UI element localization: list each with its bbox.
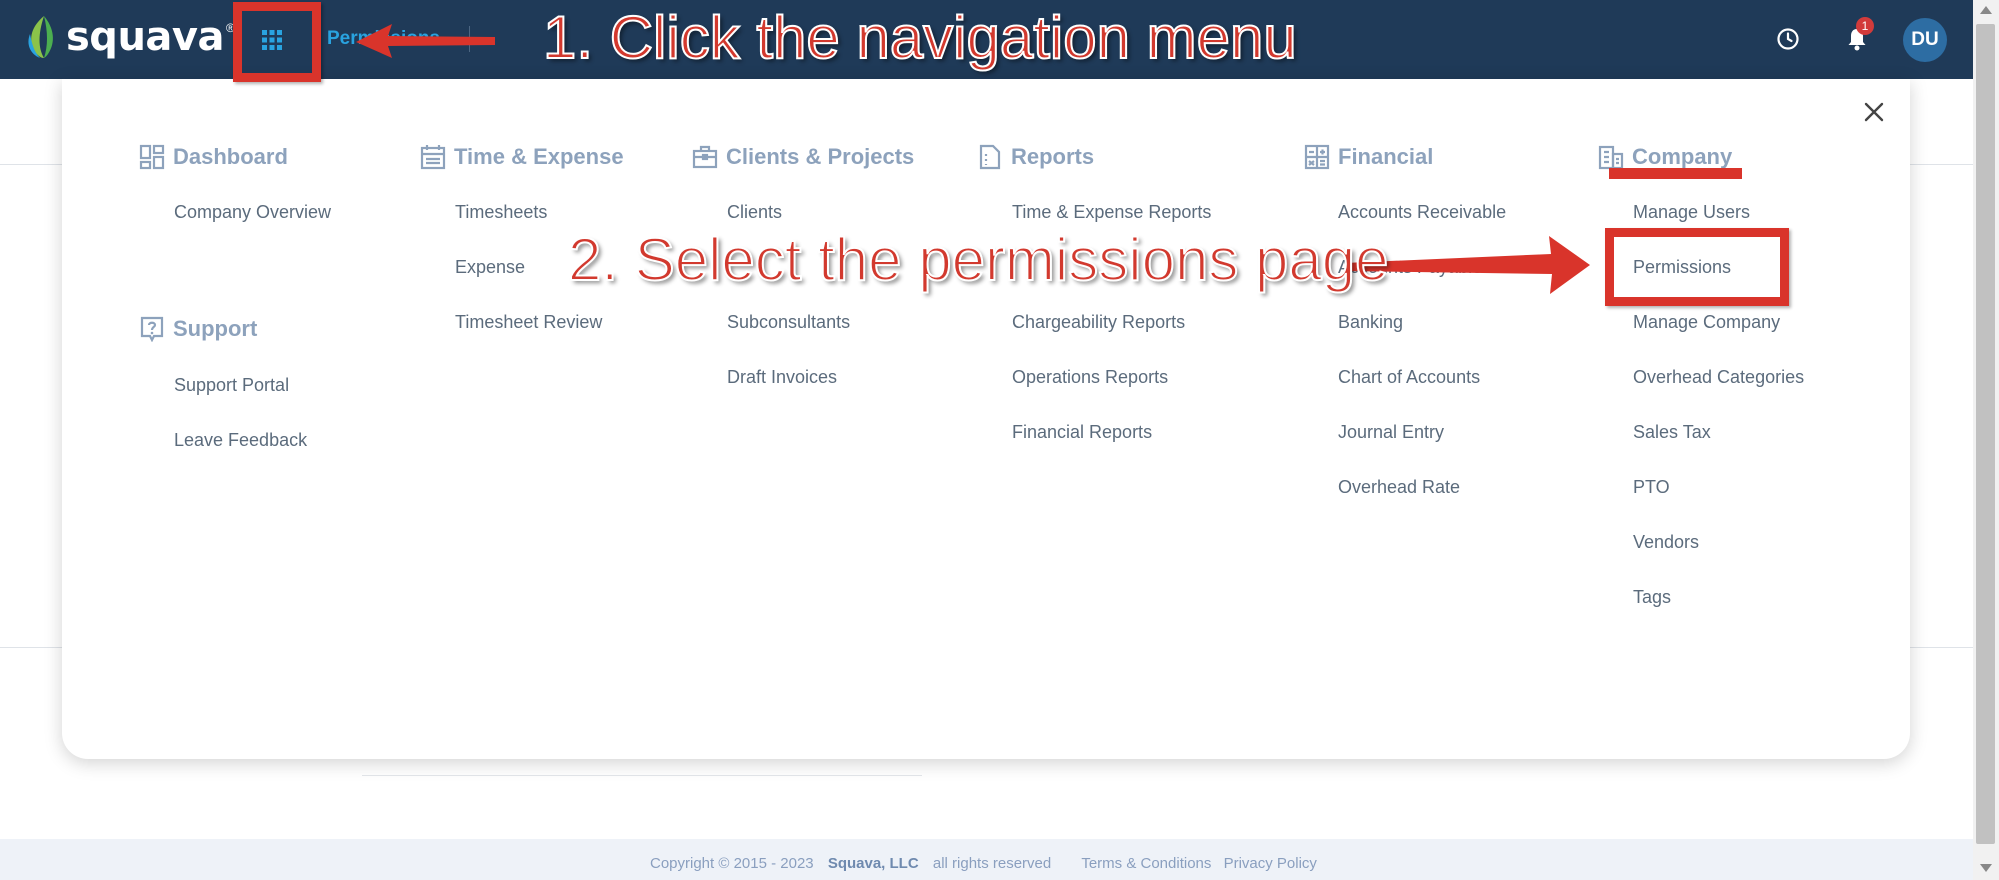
menu-heading-support[interactable]: Support [139,316,257,342]
menu-link-expense[interactable]: Expense [455,257,525,278]
menu-heading-company[interactable]: Company [1598,144,1732,170]
scrollbar-thumb[interactable] [1976,24,1995,844]
menu-link-chargeability-reports[interactable]: Chargeability Reports [1012,312,1185,333]
annotation-box-permissions [1605,228,1789,306]
annotation-step-2: 2. Select the permissions page [567,225,1389,294]
building-icon [1598,145,1624,170]
menu-link-company-overview[interactable]: Company Overview [174,202,331,223]
brand-name: squava [66,14,224,60]
menu-link-time-expense-reports[interactable]: Time & Expense Reports [1012,202,1211,223]
menu-heading-label: Reports [1011,144,1095,169]
calculator-icon [1304,144,1330,170]
navigation-menu-panel [62,79,1910,759]
menu-heading-dashboard[interactable]: Dashboard [139,144,288,170]
footer-company-link[interactable]: Squava, LLC [828,855,919,872]
menu-link-support-portal[interactable]: Support Portal [174,375,289,396]
menu-link-timesheet-review[interactable]: Timesheet Review [455,312,602,333]
menu-heading-label: Clients & Projects [726,144,915,169]
form-underline [362,775,922,776]
header-divider [469,26,470,52]
footer-rights: all rights reserved [932,855,1052,872]
annotation-underline-company [1609,168,1742,179]
annotation-box-menu [233,2,321,82]
report-icon [979,144,1001,170]
menu-link-pto[interactable]: PTO [1633,477,1670,498]
menu-link-overhead-rate[interactable]: Overhead Rate [1338,477,1460,498]
menu-link-financial-reports[interactable]: Financial Reports [1012,422,1152,443]
footer-terms-link[interactable]: Terms & Conditions [1081,855,1211,872]
menu-heading-label: Support [173,316,258,341]
menu-link-timesheets[interactable]: Timesheets [455,202,547,223]
footer-text: Copyright © 2015 - 2023 Squava, LLC all … [650,855,1317,872]
menu-heading-label: Time & Expense [454,144,624,169]
page-title[interactable]: Permissions [327,28,440,50]
user-avatar[interactable]: DU [1903,18,1947,62]
menu-link-clients[interactable]: Clients [727,202,782,223]
close-icon[interactable] [1862,100,1886,124]
annotation-step-1: 1. Click the navigation menu [542,3,1298,72]
menu-link-tags[interactable]: Tags [1633,587,1671,608]
menu-link-overhead-categories[interactable]: Overhead Categories [1633,367,1804,388]
footer-copyright: Copyright © 2015 - 2023 [650,855,814,872]
menu-link-operations-reports[interactable]: Operations Reports [1012,367,1168,388]
menu-link-accounts-receivable[interactable]: Accounts Receivable [1338,202,1506,223]
footer-privacy-link[interactable]: Privacy Policy [1224,855,1317,872]
menu-link-journal-entry[interactable]: Journal Entry [1338,422,1444,443]
menu-link-leave-feedback[interactable]: Leave Feedback [174,430,307,451]
menu-link-manage-users[interactable]: Manage Users [1633,202,1750,223]
menu-link-manage-company[interactable]: Manage Company [1633,312,1780,333]
menu-link-sales-tax[interactable]: Sales Tax [1633,422,1711,443]
squava-logo-icon [28,16,53,58]
menu-link-draft-invoices[interactable]: Draft Invoices [727,367,837,388]
menu-heading-time-expense[interactable]: Time & Expense [420,144,624,170]
menu-heading-label: Company [1632,144,1733,169]
menu-heading-clients-projects[interactable]: Clients & Projects [692,144,914,170]
menu-link-vendors[interactable]: Vendors [1633,532,1699,553]
menu-link-banking[interactable]: Banking [1338,312,1403,333]
dashboard-icon [139,144,165,170]
scroll-up-arrow-icon[interactable] [1980,6,1992,14]
brand-logo[interactable]: squava ® [24,12,235,62]
menu-heading-reports[interactable]: Reports [977,144,1094,170]
notification-badge: 1 [1856,17,1874,35]
menu-heading-financial[interactable]: Financial [1304,144,1433,170]
menu-heading-label: Financial [1338,144,1434,169]
clock-icon[interactable] [1776,27,1800,51]
scroll-down-arrow-icon[interactable] [1980,864,1992,872]
menu-link-subconsultants[interactable]: Subconsultants [727,312,850,333]
briefcase-icon [692,145,718,169]
calendar-icon [420,145,446,170]
menu-link-chart-of-accounts[interactable]: Chart of Accounts [1338,367,1480,388]
help-icon [140,316,164,342]
menu-heading-label: Dashboard [173,144,288,169]
